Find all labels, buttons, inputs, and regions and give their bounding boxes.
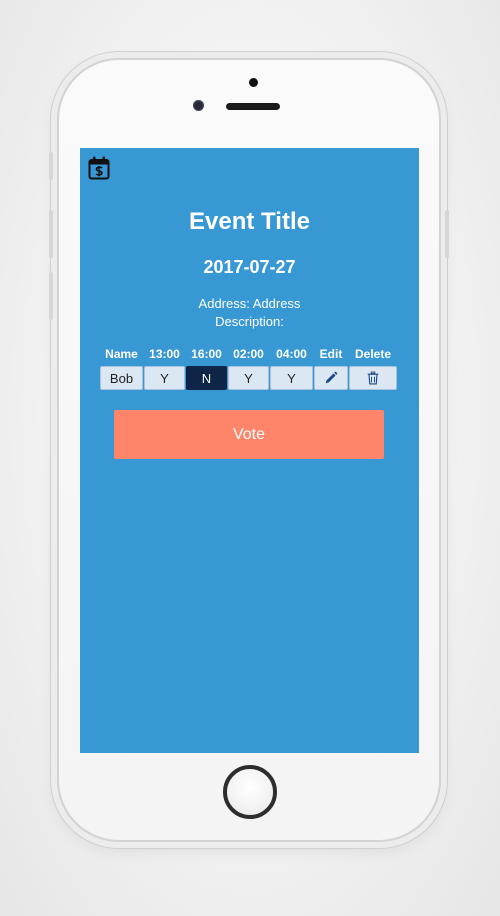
calendar-dollar-icon[interactable]	[88, 156, 110, 180]
column-header-delete: Delete	[354, 347, 392, 361]
earpiece-speaker	[226, 103, 280, 110]
phone-frame: Event Title 2017-07-27 Address: Address …	[49, 58, 449, 842]
pencil-icon	[325, 371, 338, 384]
vote-cell-yes[interactable]: Y	[228, 366, 269, 390]
event-address: Address: Address	[198, 296, 301, 311]
column-header-time-3: 02:00	[233, 347, 264, 361]
trash-icon	[367, 371, 379, 385]
column-header-time-4: 04:00	[276, 347, 307, 361]
home-button[interactable]	[223, 765, 277, 819]
vote-button[interactable]: Vote	[114, 410, 384, 459]
volume-down-button	[49, 272, 53, 320]
column-header-time-2: 16:00	[191, 347, 222, 361]
volume-up-button	[49, 210, 53, 258]
event-title: Event Title	[189, 208, 310, 235]
vote-cell-no[interactable]: N	[186, 366, 227, 390]
vote-cell-yes[interactable]: Y	[144, 366, 185, 390]
event-description: Description:	[215, 314, 284, 329]
app-screen: Event Title 2017-07-27 Address: Address …	[80, 148, 419, 753]
vote-cell-yes[interactable]: Y	[270, 366, 313, 390]
participant-name-cell: Bob	[100, 366, 143, 390]
column-header-edit: Edit	[319, 347, 343, 361]
event-date: 2017-07-27	[203, 257, 296, 277]
power-button	[445, 210, 449, 258]
mute-switch	[49, 152, 53, 180]
top-sensor	[249, 78, 258, 87]
edit-button[interactable]	[314, 366, 348, 390]
column-header-time-1: 13:00	[149, 347, 180, 361]
front-camera	[193, 100, 204, 111]
delete-button[interactable]	[349, 366, 397, 390]
column-header-name: Name	[105, 347, 138, 361]
